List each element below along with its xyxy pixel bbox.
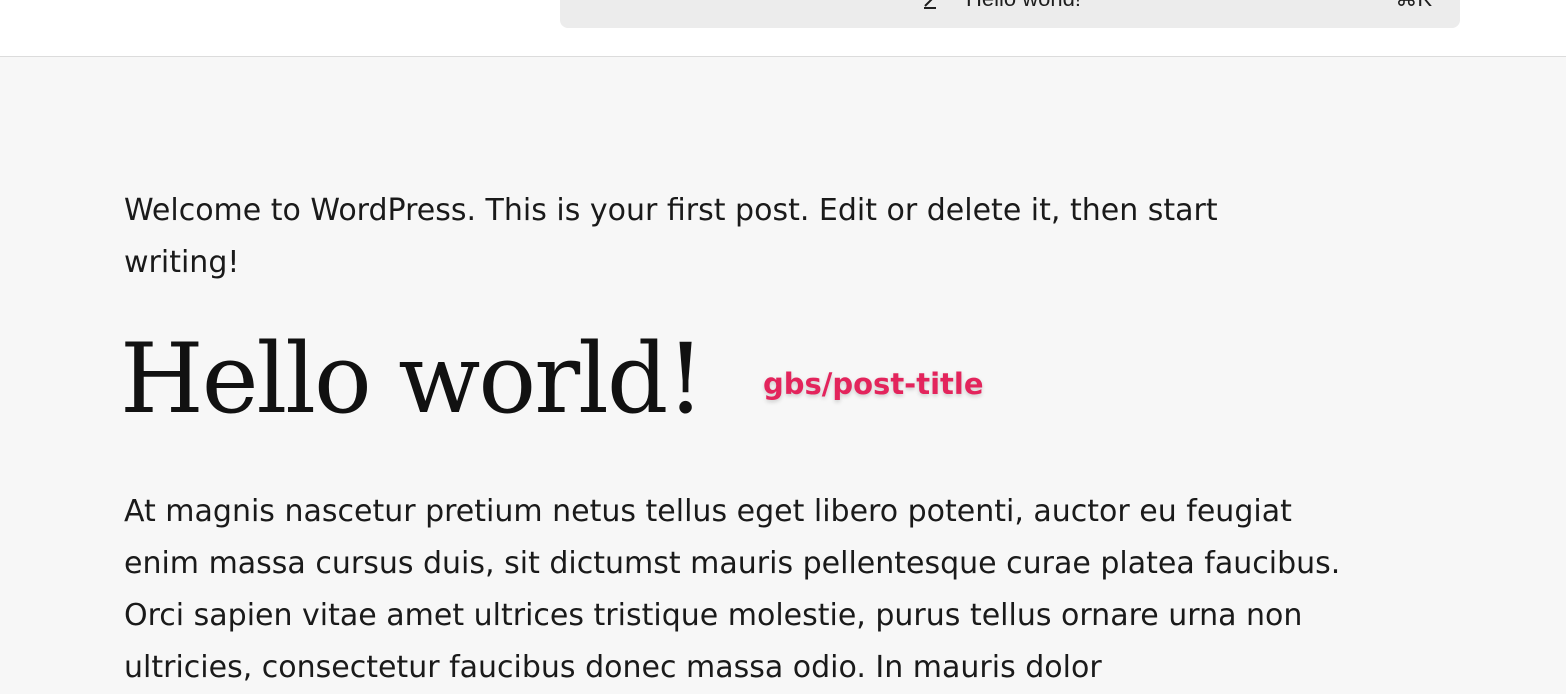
editor-header: Hello world! ⌘K — [0, 0, 1566, 57]
document-edit-icon — [920, 0, 942, 10]
keyboard-shortcut: ⌘K — [1395, 0, 1432, 10]
post-title[interactable]: Hello world! — [120, 319, 705, 439]
body-paragraph[interactable]: At magnis nascetur pretium netus tellus … — [124, 486, 1374, 694]
document-title: Hello world! — [966, 0, 1081, 10]
intro-paragraph[interactable]: Welcome to WordPress. This is your first… — [124, 185, 1304, 289]
block-name-label: gbs/post-title — [763, 367, 984, 401]
command-palette-bar[interactable]: Hello world! ⌘K — [560, 0, 1460, 28]
editor-canvas: Welcome to WordPress. This is your first… — [0, 57, 1566, 685]
